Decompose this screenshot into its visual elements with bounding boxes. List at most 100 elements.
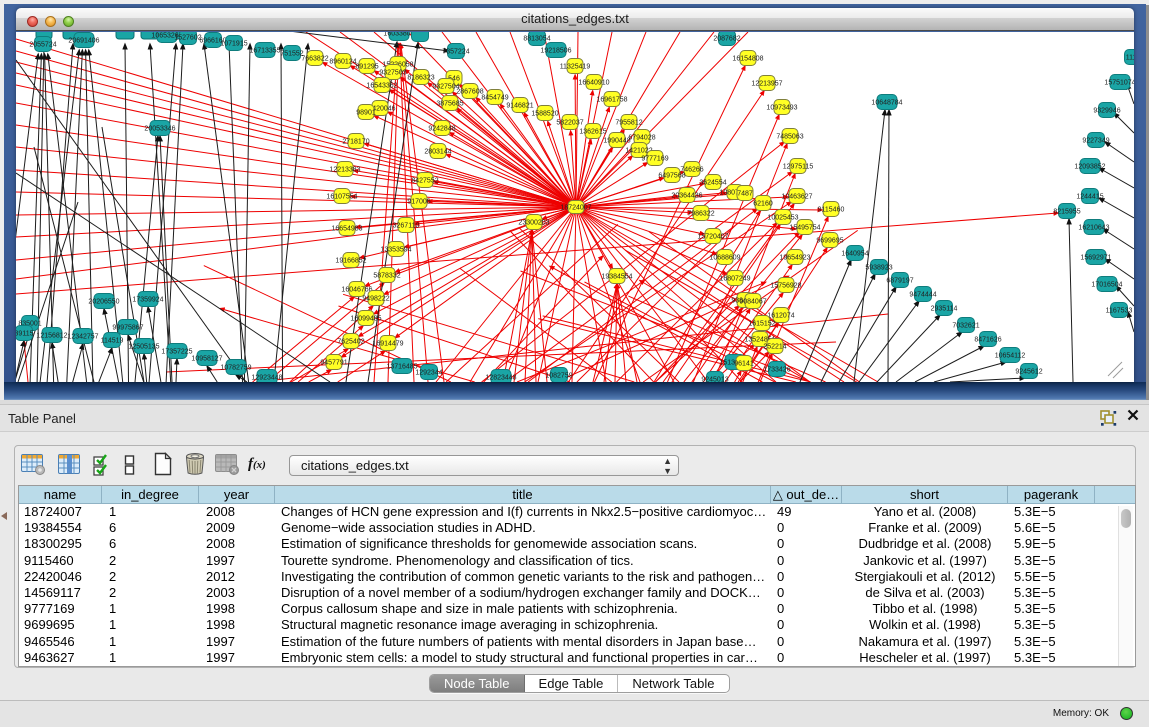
- svg-text:20206550: 20206550: [88, 299, 119, 306]
- svg-text:3624554: 3624554: [699, 180, 726, 187]
- svg-text:8215955: 8215955: [1053, 209, 1080, 216]
- svg-text:2087682: 2087682: [713, 36, 740, 43]
- svg-text:19166852: 19166852: [335, 258, 366, 265]
- svg-text:10654112: 10654112: [995, 353, 1026, 360]
- svg-text:16654983: 16654983: [331, 226, 362, 233]
- svg-text:7986322: 7986322: [687, 211, 714, 218]
- svg-text:891295: 891295: [355, 64, 378, 71]
- svg-text:2867608: 2867608: [456, 89, 483, 96]
- svg-text:252214: 252214: [763, 344, 786, 351]
- svg-text:1362615: 1362615: [579, 129, 606, 136]
- svg-text:9699695: 9699695: [816, 238, 843, 245]
- svg-text:12823448: 12823448: [485, 375, 516, 382]
- svg-text:15692971: 15692971: [1080, 255, 1111, 262]
- svg-text:12156812: 12156812: [36, 333, 67, 340]
- svg-text:10688609: 10688609: [709, 255, 740, 262]
- svg-text:2803144: 2803144: [424, 149, 451, 156]
- svg-text:9498222: 9498222: [362, 296, 389, 303]
- svg-text:20364436: 20364436: [671, 193, 702, 200]
- svg-text:9457791: 9457791: [320, 360, 347, 367]
- svg-text:1292344: 1292344: [415, 370, 442, 377]
- svg-text:10958127: 10958127: [191, 356, 222, 363]
- svg-text:8960124: 8960124: [329, 59, 356, 66]
- svg-text:8427552: 8427552: [411, 178, 438, 185]
- svg-text:16099485: 16099485: [350, 316, 381, 323]
- svg-text:15495754: 15495754: [789, 225, 820, 232]
- svg-text:751552: 751552: [280, 51, 303, 58]
- svg-text:114519: 114519: [101, 338, 124, 345]
- svg-text:2935114: 2935114: [931, 306, 958, 313]
- svg-text:96141: 96141: [734, 361, 754, 368]
- svg-text:1082759: 1082759: [545, 373, 572, 380]
- svg-text:5938923: 5938923: [865, 265, 892, 272]
- svg-text:7485063: 7485063: [776, 134, 803, 141]
- svg-text:17357225: 17357225: [161, 349, 192, 356]
- svg-text:13716485: 13716485: [386, 364, 417, 371]
- svg-text:10025453: 10025453: [767, 215, 798, 222]
- svg-text:7955812: 7955812: [615, 120, 642, 127]
- svg-text:12975115: 12975115: [783, 164, 814, 171]
- svg-text:917006: 917006: [407, 199, 430, 206]
- svg-text:12923448: 12923448: [251, 375, 282, 382]
- svg-text:16033809: 16033809: [383, 32, 414, 38]
- svg-text:9115460: 9115460: [818, 207, 845, 214]
- svg-text:6794028: 6794028: [628, 135, 655, 142]
- svg-text:1612074: 1612074: [767, 313, 794, 320]
- svg-text:19654923: 19654923: [779, 255, 810, 262]
- svg-text:2055724: 2055724: [29, 42, 56, 49]
- svg-text:16154808: 16154808: [732, 56, 763, 63]
- svg-text:5822037: 5822037: [556, 120, 583, 127]
- svg-text:15751074: 15751074: [1104, 80, 1134, 87]
- svg-text:9245013: 9245013: [701, 377, 728, 383]
- svg-text:1167533: 1167533: [1106, 308, 1133, 315]
- svg-text:9084067: 9084067: [739, 299, 766, 306]
- svg-text:3875685: 3875685: [436, 101, 463, 108]
- svg-text:17016504: 17016504: [1091, 282, 1122, 289]
- svg-text:16543362: 16543362: [366, 83, 397, 90]
- svg-text:16107554: 16107554: [326, 194, 357, 201]
- svg-text:3267110: 3267110: [393, 223, 420, 230]
- svg-text:7663822: 7663822: [301, 56, 328, 63]
- svg-text:19384554: 19384554: [601, 274, 632, 281]
- svg-text:10973493: 10973493: [766, 105, 797, 112]
- svg-text:1244415: 1244415: [1076, 194, 1103, 201]
- svg-text:7625402: 7625402: [337, 339, 364, 346]
- svg-text:1733426: 1733426: [763, 367, 790, 374]
- svg-text:9227349: 9227349: [1082, 138, 1109, 145]
- svg-text:15756928: 15756928: [770, 283, 801, 290]
- svg-text:13353594: 13353594: [380, 247, 411, 254]
- svg-text:20691406: 20691406: [68, 38, 99, 45]
- svg-text:1527602: 1527602: [174, 35, 201, 42]
- svg-text:12213957: 12213957: [751, 81, 782, 88]
- svg-text:16713355: 16713355: [249, 48, 280, 55]
- svg-text:9327503: 9327503: [379, 70, 406, 77]
- svg-text:6497568: 6497568: [658, 173, 685, 180]
- svg-text:9245612: 9245612: [1015, 369, 1042, 376]
- svg-text:20053346: 20053346: [144, 126, 175, 133]
- svg-text:23300203: 23300203: [518, 220, 549, 227]
- svg-text:8186323: 8186323: [407, 75, 434, 82]
- svg-text:1990448: 1990448: [603, 138, 630, 145]
- svg-text:10782759: 10782759: [220, 365, 251, 372]
- svg-text:12342757: 12342757: [67, 334, 98, 341]
- svg-text:6879197: 6879197: [886, 278, 913, 285]
- svg-text:1071915: 1071915: [220, 41, 247, 48]
- svg-text:15720407: 15720407: [697, 234, 728, 241]
- svg-text:16807249: 16807249: [719, 276, 750, 283]
- svg-text:1588520: 1588520: [531, 111, 558, 118]
- svg-text:9474444: 9474444: [909, 292, 936, 299]
- svg-text:17359924: 17359924: [132, 297, 163, 304]
- svg-text:1615152: 1615152: [748, 321, 775, 328]
- svg-text:8454749: 8454749: [481, 95, 508, 102]
- svg-text:7487: 7487: [737, 191, 753, 198]
- svg-text:8471626: 8471626: [974, 337, 1001, 344]
- svg-text:9329946: 9329946: [1093, 108, 1120, 115]
- svg-text:12213383: 12213383: [329, 167, 360, 174]
- svg-text:99975867: 99975867: [112, 325, 143, 332]
- svg-text:39115: 39115: [16, 331, 34, 338]
- svg-text:11325419: 11325419: [560, 64, 591, 71]
- svg-text:9242848: 9242848: [428, 126, 455, 133]
- svg-text:5878332: 5878332: [373, 273, 400, 280]
- svg-text:10463627: 10463627: [781, 194, 812, 201]
- svg-text:1640954: 1640954: [841, 251, 868, 258]
